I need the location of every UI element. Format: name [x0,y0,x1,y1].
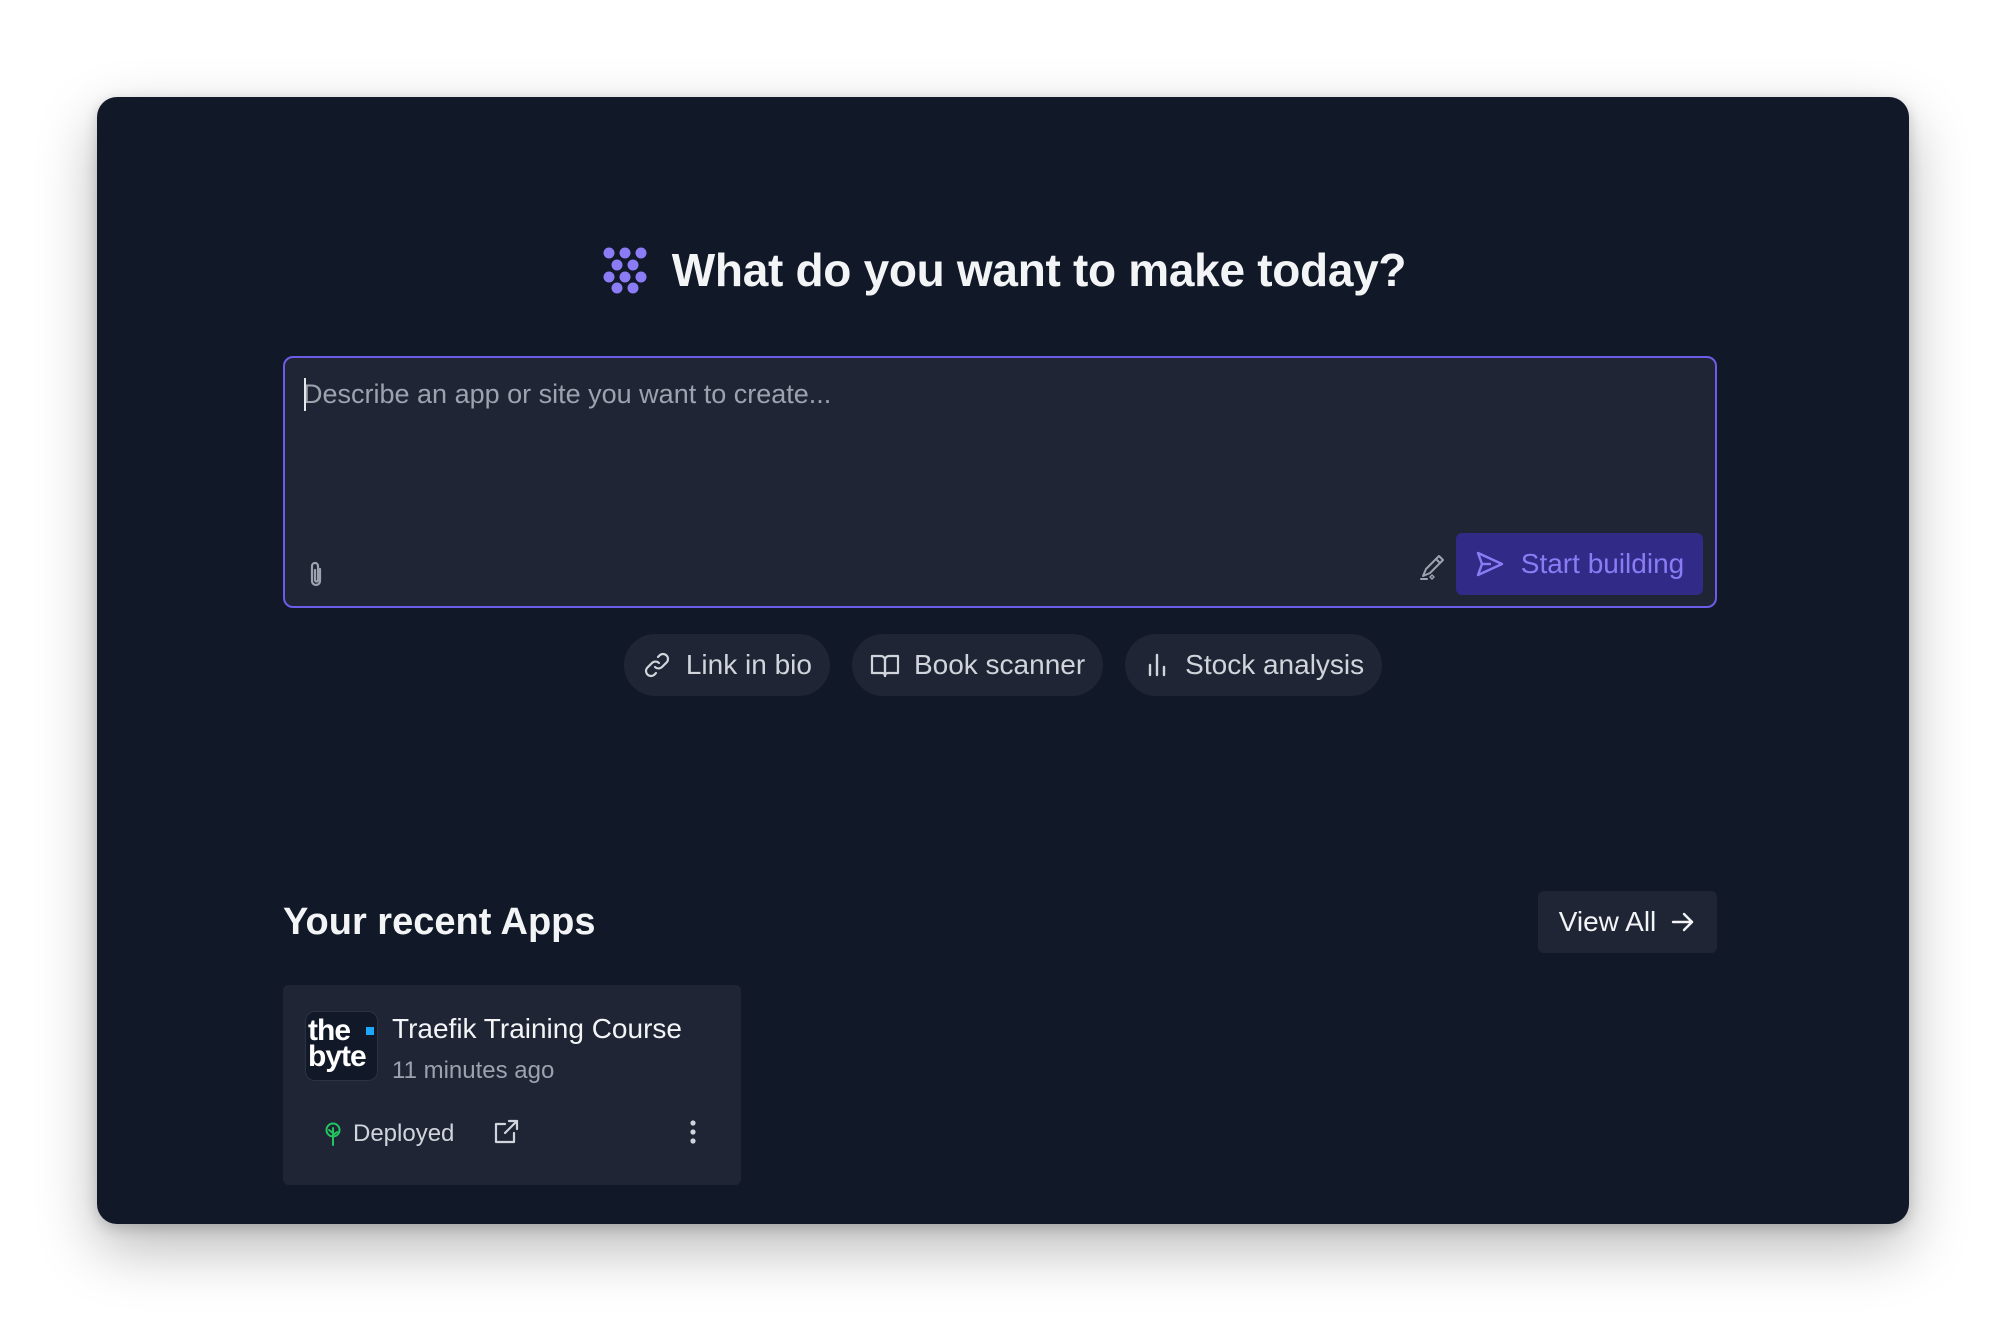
hero-heading: What do you want to make today? [97,243,1909,297]
attach-file-button[interactable] [301,560,331,590]
prompt-box: Start building [283,356,1717,608]
suggestion-chip-book-scanner[interactable]: Book scanner [851,634,1104,696]
chip-label: Stock analysis [1185,649,1365,680]
deploy-status: Deployed [323,1120,454,1148]
thumb-dot [366,1027,374,1035]
app-more-options-button[interactable] [683,1115,703,1149]
start-building-button[interactable]: Start building [1456,533,1703,595]
thumb-text-line2: byte [308,1040,367,1073]
text-caret [304,378,306,411]
recent-apps-heading: Your recent Apps [283,901,596,943]
grid-dots-logo-icon [603,247,647,294]
chip-label: Book scanner [913,649,1086,680]
send-icon [1476,551,1503,577]
suggestion-chip-link-in-bio[interactable]: Link in bio [623,634,830,696]
suggestion-chip-stock-analysis[interactable]: Stock analysis [1125,634,1383,696]
enhance-prompt-button[interactable] [1415,548,1451,584]
app-name: Traefik Training Course [392,1013,682,1044]
arrow-right-icon [1672,912,1694,932]
view-all-label: View All [1558,906,1657,937]
tree-icon [325,1122,341,1146]
bar-chart-icon [1148,653,1166,677]
view-all-button[interactable]: View All [1538,891,1717,953]
recent-app-card[interactable]: the byte Traefik Training Course 11 minu… [283,985,741,1185]
external-link-icon [494,1119,519,1144]
page-title: What do you want to make today? [671,244,1407,296]
prompt-input[interactable] [303,376,1697,526]
chip-label: Link in bio [685,649,812,680]
deploy-status-label: Deployed [353,1120,455,1147]
app-thumbnail: the byte [305,1011,378,1081]
paperclip-icon [310,561,322,587]
app-window: What do you want to make today? Start bu… [97,97,1909,1224]
more-vertical-icon [690,1120,696,1144]
start-building-label: Start building [1520,548,1685,579]
app-updated-time: 11 minutes ago [392,1057,555,1084]
open-app-button[interactable] [489,1115,523,1149]
magic-pen-icon [1420,555,1444,580]
link-icon [644,652,669,678]
suggestion-chips: Link in bio Book scanner Stock analysis [97,634,1909,696]
book-open-icon [870,654,900,678]
